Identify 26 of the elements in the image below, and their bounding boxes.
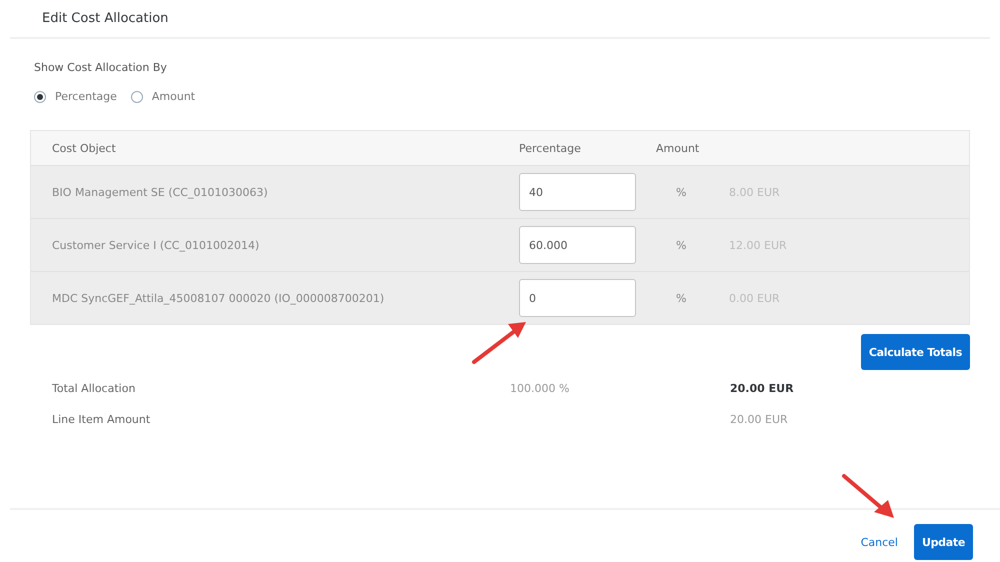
radio-label[interactable]: Amount [152, 90, 196, 103]
column-header: Amount [656, 142, 700, 154]
percentage-field[interactable]: 40 [519, 173, 636, 211]
percentage-field[interactable]: 0 [519, 279, 636, 317]
cancel-button[interactable]: Cancel [860, 536, 898, 548]
percentage-field[interactable]: 60.000 [519, 226, 636, 264]
dialog-title: Edit Cost Allocation [42, 11, 168, 26]
section-label: Show Cost Allocation By [33, 61, 168, 74]
unit-label: % [675, 292, 688, 304]
radio-button[interactable] [130, 90, 143, 102]
column-header: Cost Object [51, 142, 117, 154]
total-amount: 20.00 EUR [730, 413, 789, 426]
calculate-totals-button[interactable]: Calculate Totals [860, 334, 970, 370]
radio-label[interactable]: Percentage [55, 90, 117, 103]
unit-label: % [675, 186, 688, 198]
table-cell-text: Customer Service I (CC_0101002014) [51, 238, 260, 252]
total-amount: 20.00 EUR [730, 382, 795, 395]
radio-button[interactable] [34, 90, 46, 102]
table-cell-text: MDC SyncGEF_Attila_45008107 000020 (IO_000008700201) [51, 292, 386, 304]
table-cell-text: BIO Management SE (CC_0101030063) [51, 186, 269, 198]
unit-label: % [675, 238, 688, 252]
column-header: Percentage [519, 142, 582, 154]
total-label: Line Item Amount [52, 413, 152, 426]
total-label: Total Allocation [52, 382, 136, 395]
update-button[interactable]: Update [914, 524, 973, 560]
total-percentage: 100.000 % [510, 382, 570, 395]
